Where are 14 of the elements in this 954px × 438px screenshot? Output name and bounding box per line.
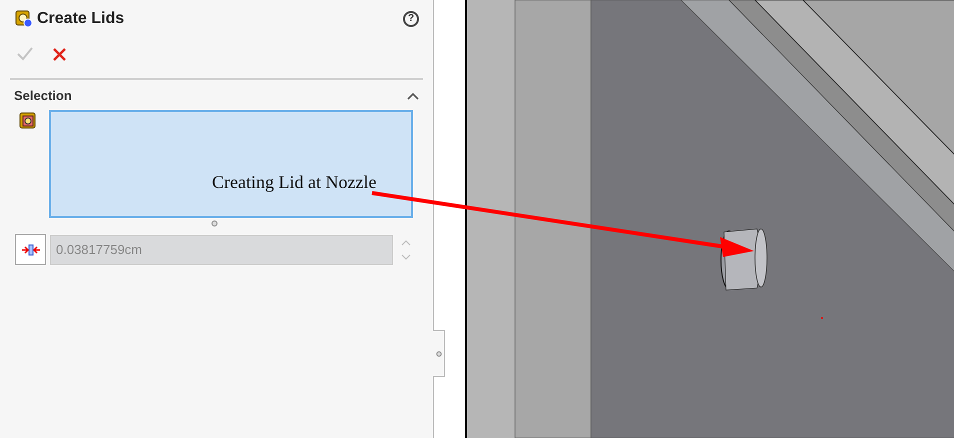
caret-icon[interactable]	[407, 92, 419, 100]
resize-handle-icon[interactable]	[211, 220, 218, 227]
splitter-tab[interactable]	[433, 330, 445, 377]
panel-title: Create Lids	[37, 9, 124, 29]
section-title: Selection	[14, 87, 72, 106]
face-icon	[19, 112, 37, 130]
selection-list[interactable]	[49, 110, 413, 218]
help-button[interactable]: ?	[403, 11, 419, 27]
arrows-icon	[22, 244, 40, 256]
feature-icon	[15, 10, 33, 28]
reverse-direction-button[interactable]	[15, 234, 46, 265]
cancel-button[interactable]	[50, 45, 68, 63]
grip-icon	[436, 350, 442, 356]
annotation-label: Creating Lid at Nozzle	[212, 172, 376, 192]
